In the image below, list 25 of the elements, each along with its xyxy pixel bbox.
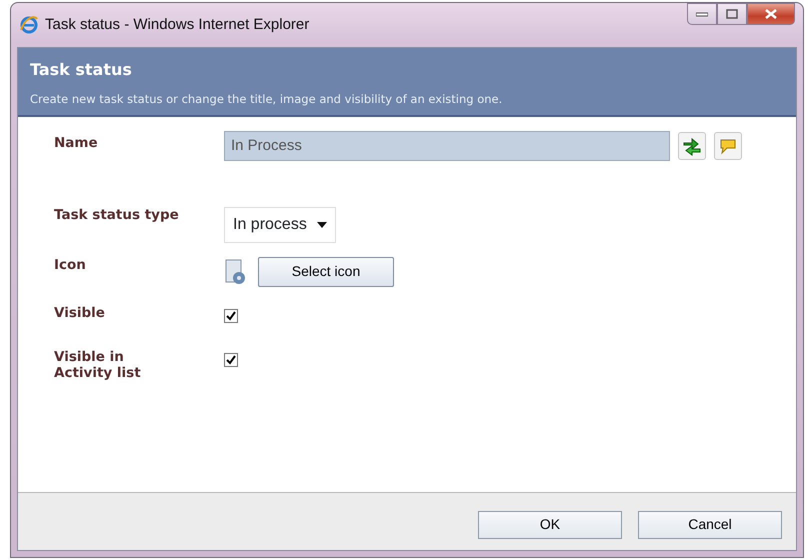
- dialog-description: Create new task status or change the title, image and visibility of an existing one.: [30, 92, 504, 107]
- field-label: Visible in Activity list: [54, 348, 142, 382]
- maximize-icon: [726, 9, 738, 19]
- checkbox[interactable]: [224, 308, 238, 323]
- ok-button[interactable]: OK: [478, 510, 622, 538]
- close-icon: [765, 9, 777, 19]
- field-label: Name: [54, 134, 99, 152]
- checkbox[interactable]: [224, 352, 238, 367]
- dialog-title: Task status: [30, 59, 133, 81]
- field-label: Task status type: [54, 206, 180, 224]
- cancel-button[interactable]: Cancel: [638, 510, 782, 538]
- close-button[interactable]: [747, 3, 795, 25]
- maximize-button[interactable]: [717, 3, 747, 25]
- minimize-icon: [696, 11, 708, 17]
- status-type-dropdown[interactable]: In process: [224, 206, 336, 243]
- minimize-button[interactable]: [687, 3, 717, 25]
- browser-logo-icon: [19, 15, 39, 35]
- arrows-icon: [682, 136, 702, 156]
- caret-icon: [316, 222, 327, 228]
- select-icon-button[interactable]: Select icon: [258, 256, 394, 287]
- arrows-button[interactable]: [678, 132, 706, 160]
- field-label: Icon: [54, 256, 87, 274]
- comment-button[interactable]: [714, 132, 742, 160]
- window-title: Task status - Windows Internet Explorer: [45, 14, 310, 35]
- field-label: Visible: [54, 304, 106, 322]
